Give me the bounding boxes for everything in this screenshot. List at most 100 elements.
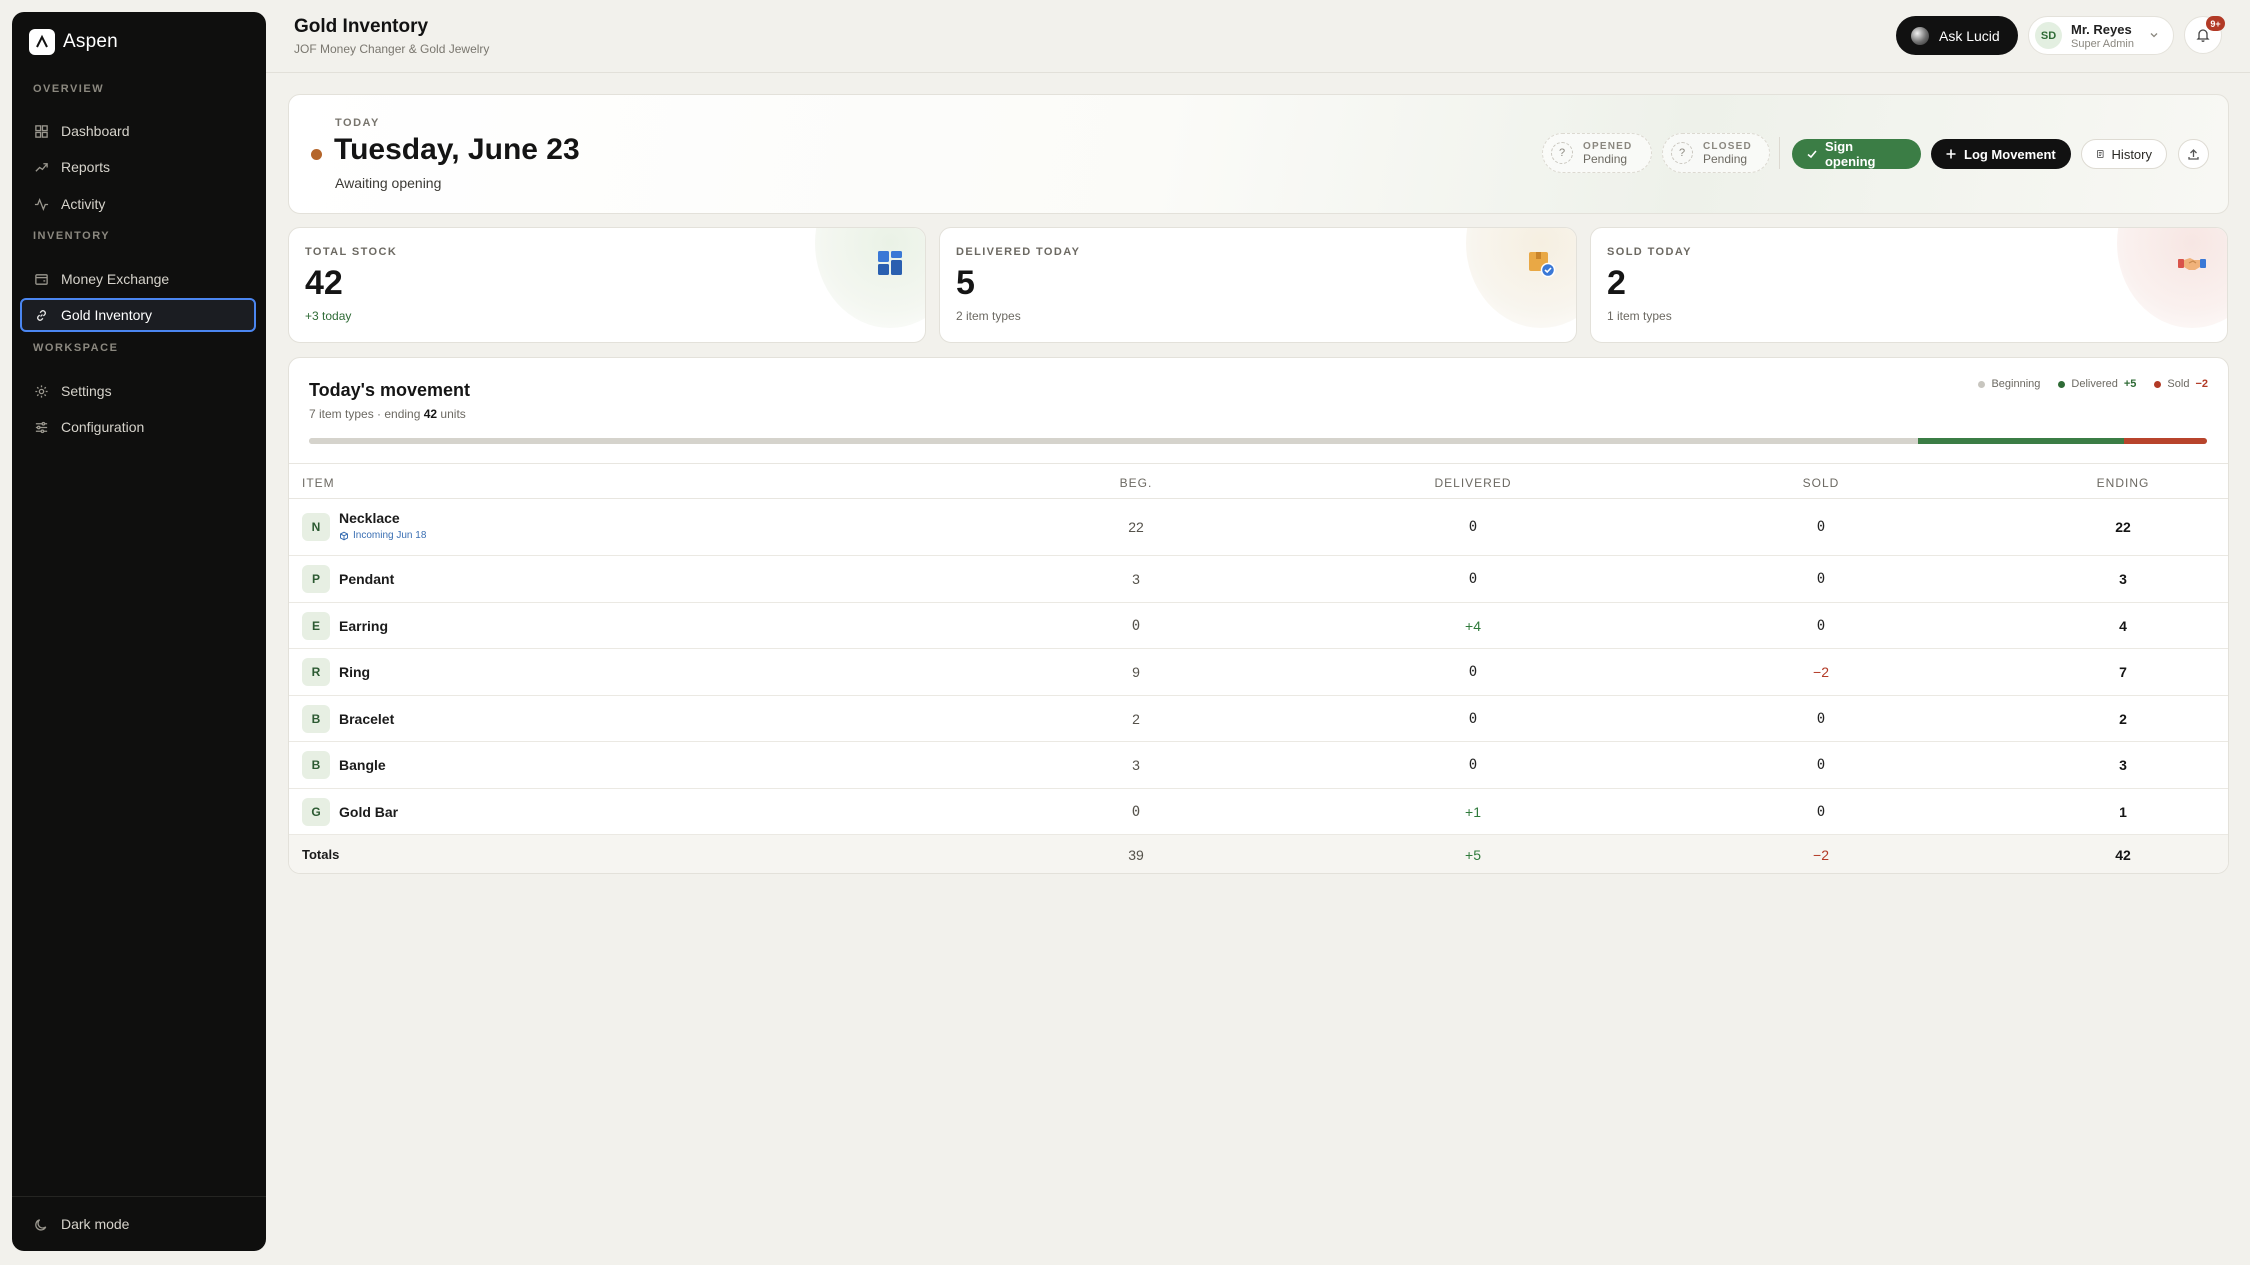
opened-status-pill: ? OPENED Pending bbox=[1542, 133, 1652, 173]
cell-delivered: 0 bbox=[1468, 711, 1478, 727]
legend-delivered-value: +5 bbox=[2123, 378, 2137, 390]
cell-delivered: 0 bbox=[1468, 664, 1478, 680]
item-letter: N bbox=[302, 513, 330, 541]
cell-delivered: 0 bbox=[1468, 571, 1478, 587]
sidebar-item-configuration[interactable]: Configuration bbox=[20, 410, 256, 444]
sidebar-divider bbox=[12, 1196, 266, 1197]
grid-icon bbox=[35, 124, 48, 138]
aspen-logo-icon bbox=[29, 29, 55, 55]
item-letter: P bbox=[302, 565, 330, 593]
sign-opening-button[interactable]: Sign opening bbox=[1792, 139, 1921, 169]
top-header: Gold Inventory JOF Money Changer & Gold … bbox=[266, 0, 2250, 73]
table-row[interactable]: R Ring 9 0 −2 7 bbox=[289, 649, 2228, 696]
legend-beginning: Beginning bbox=[1991, 378, 2041, 390]
plus-icon bbox=[1946, 149, 1956, 159]
sidebar-item-gold-inventory[interactable]: Gold Inventory bbox=[20, 298, 256, 332]
sidebar-item-label: Settings bbox=[61, 383, 112, 399]
bar-segment-sold bbox=[2124, 438, 2207, 444]
divider bbox=[1779, 137, 1780, 169]
check-icon bbox=[1807, 150, 1817, 159]
stat-value: 5 bbox=[956, 264, 975, 302]
cell-sold: 0 bbox=[1816, 711, 1826, 727]
item-letter: B bbox=[302, 705, 330, 733]
sidebar-item-money-exchange[interactable]: Money Exchange bbox=[20, 262, 256, 296]
history-label: History bbox=[2111, 146, 2152, 162]
table-row[interactable]: B Bangle 3 0 0 3 bbox=[289, 742, 2228, 789]
cell-beg: 2 bbox=[1132, 711, 1140, 727]
table-row[interactable]: N Necklace Incoming Jun 18 22 0 0 22 bbox=[289, 499, 2228, 556]
movement-title: Today's movement bbox=[309, 380, 470, 400]
legend-sold-value: −2 bbox=[2195, 378, 2208, 390]
sidebar-item-settings[interactable]: Settings bbox=[20, 374, 256, 408]
legend-dot-beginning bbox=[1978, 380, 1986, 388]
package-check-icon bbox=[1529, 252, 1556, 278]
cell-delivered: +1 bbox=[1465, 804, 1481, 820]
cell-ending: 4 bbox=[2119, 618, 2127, 634]
movement-sub-prefix: 7 item types · ending bbox=[309, 407, 424, 421]
closed-value: Pending bbox=[1703, 152, 1748, 166]
notification-badge: 9+ bbox=[2206, 16, 2225, 31]
sidebar-item-reports[interactable]: Reports bbox=[20, 150, 256, 184]
today-status: Awaiting opening bbox=[335, 175, 442, 191]
user-menu[interactable]: SD Mr. Reyes Super Admin bbox=[2028, 16, 2174, 55]
item-name: Bracelet bbox=[339, 711, 395, 727]
todays-movement-card: Today's movement 7 item types · ending 4… bbox=[288, 357, 2229, 874]
cell-sold: 0 bbox=[1816, 618, 1826, 634]
stat-card-delivered-today: DELIVERED TODAY 5 2 item types bbox=[939, 227, 1577, 343]
export-button[interactable] bbox=[2178, 139, 2209, 169]
cell-beg: 3 bbox=[1132, 757, 1140, 773]
cell-beg: 0 bbox=[1131, 618, 1141, 634]
item-letter: E bbox=[302, 612, 330, 640]
table-row[interactable]: E Earring 0 +4 0 4 bbox=[289, 603, 2228, 649]
table-row[interactable]: B Bracelet 2 0 0 2 bbox=[289, 696, 2228, 742]
log-movement-label: Log Movement bbox=[1964, 146, 2056, 162]
package-icon bbox=[340, 531, 348, 540]
stat-glow bbox=[1466, 228, 1576, 328]
cell-sold: 0 bbox=[1816, 804, 1826, 820]
table-row[interactable]: P Pendant 3 0 0 3 bbox=[289, 556, 2228, 603]
today-card: TODAY Tuesday, June 23 Awaiting opening … bbox=[288, 94, 2229, 214]
item-name: Necklace bbox=[339, 510, 400, 526]
cell-ending: 3 bbox=[2119, 757, 2127, 773]
movement-bar bbox=[309, 438, 2207, 444]
cell-beg: 22 bbox=[1128, 519, 1144, 535]
brand[interactable]: Aspen bbox=[29, 29, 118, 55]
closed-status-pill: ? CLOSED Pending bbox=[1662, 133, 1770, 173]
sidebar-item-label: Configuration bbox=[61, 419, 145, 435]
dark-mode-toggle[interactable]: Dark mode bbox=[20, 1207, 256, 1241]
movement-sub-suffix: units bbox=[437, 407, 466, 421]
handshake-icon bbox=[2178, 258, 2206, 270]
table-header: ITEM BEG. DELIVERED SOLD ENDING bbox=[289, 463, 2228, 499]
cell-sold: 0 bbox=[1816, 757, 1826, 773]
trend-icon bbox=[35, 162, 48, 172]
cell-delivered: 0 bbox=[1468, 519, 1478, 535]
sidebar-item-activity[interactable]: Activity bbox=[20, 187, 256, 221]
cell-ending: 22 bbox=[2115, 519, 2131, 535]
page-subtitle: JOF Money Changer & Gold Jewelry bbox=[294, 42, 490, 56]
item-name: Bangle bbox=[339, 757, 386, 773]
total-sold: −2 bbox=[1813, 847, 1829, 863]
today-label: TODAY bbox=[335, 117, 380, 129]
ask-lucid-button[interactable]: Ask Lucid bbox=[1896, 16, 2018, 55]
stat-sub: 1 item types bbox=[1607, 309, 1672, 323]
totals-label: Totals bbox=[302, 847, 340, 862]
moon-icon bbox=[35, 1218, 47, 1231]
bar-segment-delivered bbox=[1918, 438, 2125, 444]
sidebar-item-label: Dashboard bbox=[61, 123, 130, 139]
legend-sold: Sold bbox=[2167, 378, 2190, 390]
stat-glow bbox=[815, 228, 925, 328]
column-beg: BEG. bbox=[1119, 476, 1153, 490]
nav-section-overview: OVERVIEW bbox=[33, 83, 105, 95]
sidebar-item-dashboard[interactable]: Dashboard bbox=[20, 114, 256, 148]
stat-card-total-stock: TOTAL STOCK 42 +3 today bbox=[288, 227, 926, 343]
stat-glow bbox=[2117, 228, 2227, 328]
legend-dot-delivered bbox=[2058, 380, 2066, 388]
table-row[interactable]: G Gold Bar 0 +1 0 1 bbox=[289, 789, 2228, 835]
sidebar-item-label: Gold Inventory bbox=[61, 307, 153, 323]
history-button[interactable]: History bbox=[2081, 139, 2167, 169]
dark-mode-label: Dark mode bbox=[61, 1216, 130, 1232]
movement-sub-count: 42 bbox=[423, 407, 438, 421]
log-movement-button[interactable]: Log Movement bbox=[1931, 139, 2071, 169]
opened-value: Pending bbox=[1583, 152, 1628, 166]
cell-ending: 1 bbox=[2119, 804, 2127, 820]
